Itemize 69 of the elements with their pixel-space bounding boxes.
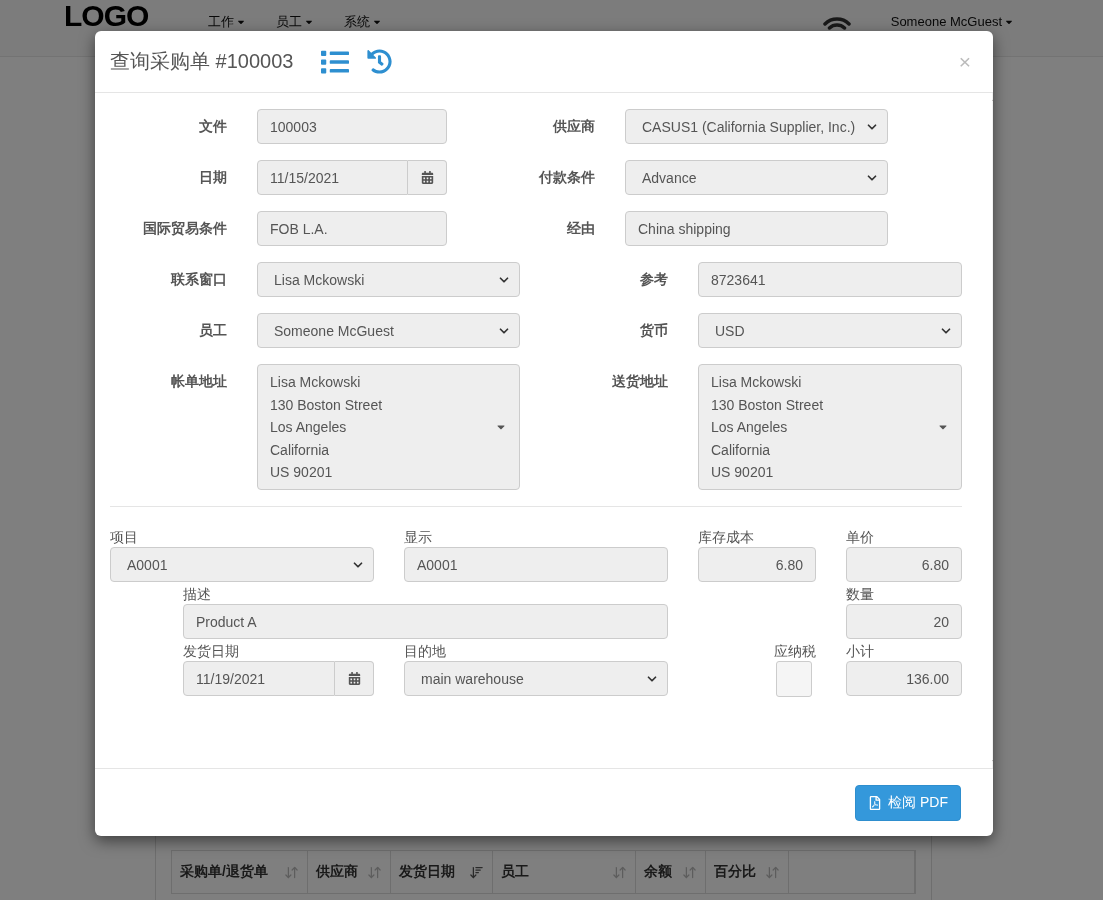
table-header-cell[interactable]: 余额 [635, 851, 706, 893]
dropdown[interactable]: USD [698, 313, 962, 348]
sort-icon[interactable] [283, 864, 299, 880]
checkbox[interactable] [776, 661, 812, 697]
field-label: 目的地 [404, 642, 447, 661]
sort-icon[interactable] [611, 864, 627, 880]
calendar-icon [347, 672, 361, 685]
field-label: 货币 [639, 321, 668, 340]
input-field[interactable]: Product A [183, 604, 668, 639]
field-label: 文件 [198, 117, 227, 136]
history-icon[interactable] [367, 49, 393, 74]
input-field[interactable]: 20 [846, 604, 962, 639]
field-label: 联系窗口 [169, 270, 227, 289]
nav-menu[interactable]: 系统 [344, 14, 383, 29]
dropdown[interactable]: Lisa Mckowski [257, 262, 520, 297]
nav-menu[interactable]: 工作 [208, 14, 247, 29]
dropdown[interactable]: CASUS1 (California Supplier, Inc.) [625, 109, 888, 144]
input-field[interactable]: 100003 [257, 109, 447, 144]
field-label: 送货地址 [611, 372, 668, 391]
dropdown[interactable]: Someone McGuest [257, 313, 520, 348]
input-field[interactable]: China shipping [625, 211, 888, 246]
table-header-cell[interactable]: 采购单/退货单 [172, 851, 308, 893]
field-label: 项目 [110, 528, 139, 547]
table-header-cell[interactable]: 发货日期 [391, 851, 494, 893]
field-label: 单价 [846, 528, 875, 547]
logo: LOGO [64, 2, 149, 30]
field-label: 应纳税 [774, 642, 816, 661]
pdf-file-icon [868, 795, 883, 810]
field-label: 员工 [198, 321, 227, 340]
field-label: 显示 [404, 528, 433, 547]
dropdown[interactable]: Advance [625, 160, 888, 195]
address-dropdown[interactable]: Lisa Mckowski 130 Boston Street Los Angeles California US 90201 [257, 364, 520, 490]
table-header-cell[interactable]: 供应商 [307, 851, 392, 893]
field-label: 帐单地址 [170, 372, 227, 391]
field-label: 描述 [183, 585, 212, 604]
input-field[interactable]: 8723641 [698, 262, 962, 297]
field-label: 小计 [846, 642, 875, 661]
input-field[interactable]: FOB L.A. [257, 211, 447, 246]
dropdown[interactable]: A0001 [110, 547, 374, 582]
calendar-button[interactable] [408, 160, 447, 195]
dropdown[interactable]: main warehouse [404, 661, 668, 696]
field-label: 参考 [639, 270, 668, 289]
field-label: 经由 [566, 219, 595, 238]
nav-menu[interactable]: 员工 [276, 14, 315, 29]
field-label: 数量 [846, 585, 875, 604]
input-field[interactable]: 136.00 [846, 661, 962, 696]
field-label: 库存成本 [698, 528, 755, 547]
sort-descending-icon[interactable] [469, 864, 485, 880]
wifi-icon [822, 16, 851, 30]
input-field[interactable]: 6.80 [698, 547, 816, 582]
calendar-icon [420, 171, 434, 184]
address-dropdown[interactable]: Lisa Mckowski 130 Boston Street Los Angeles California US 90201 [698, 364, 962, 490]
sort-icon[interactable] [681, 864, 697, 880]
field-label: 发货日期 [183, 642, 240, 661]
input-field[interactable]: A0001 [404, 547, 668, 582]
date-field[interactable]: 11/19/2021 [183, 661, 335, 696]
sort-icon[interactable] [765, 864, 781, 880]
table-header-cell[interactable]: 百分比 [705, 851, 790, 893]
user-menu[interactable]: Someone McGuest [890, 14, 1014, 29]
field-label: 日期 [198, 168, 227, 187]
field-label: 付款条件 [538, 168, 595, 187]
sort-icon[interactable] [367, 864, 383, 880]
field-label: 国际贸易条件 [142, 219, 227, 238]
input-field[interactable]: 6.80 [846, 547, 962, 582]
date-field[interactable]: 11/15/2021 [257, 160, 408, 195]
calendar-button[interactable] [335, 661, 374, 696]
table-header-cell[interactable]: 员工 [493, 851, 636, 893]
field-label: 供应商 [552, 117, 595, 136]
modal-title: 查询采购单 #100003 [110, 49, 294, 74]
